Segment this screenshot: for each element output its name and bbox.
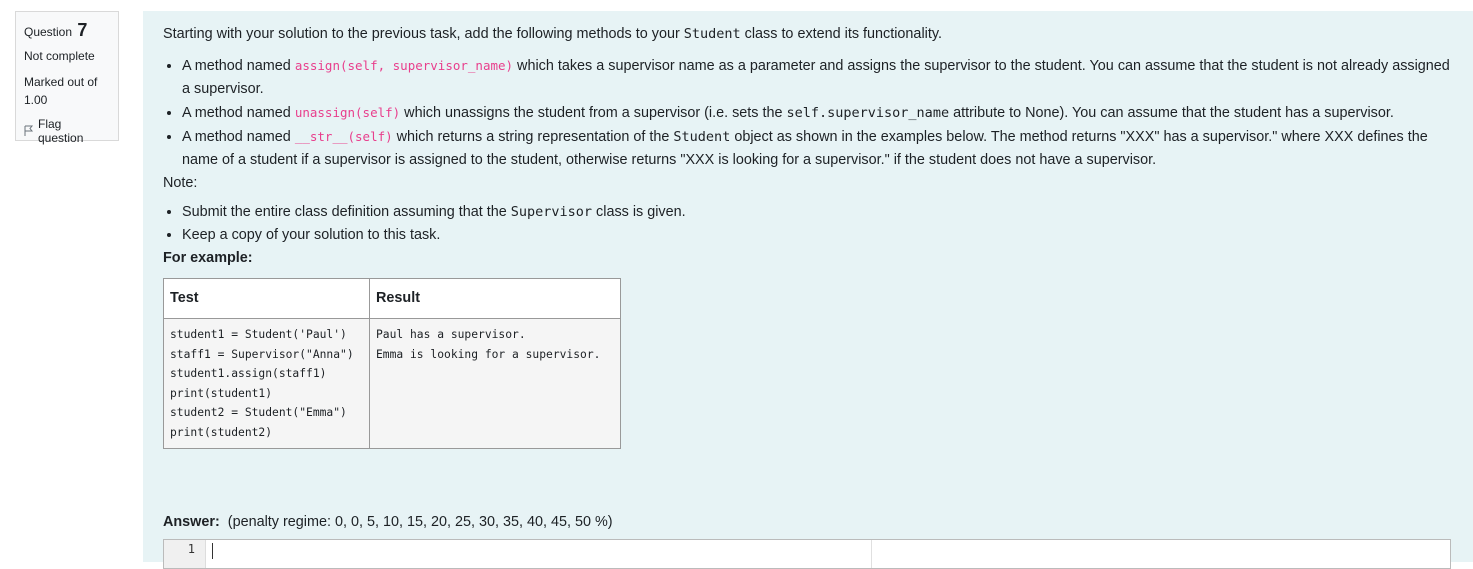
test-cell: student1 = Student('Paul') staff1 = Supe… bbox=[163, 318, 370, 449]
answer-code-editor[interactable]: 1 bbox=[163, 539, 1451, 569]
method-str-item: A method named __str__(self) which retur… bbox=[182, 125, 1453, 172]
question-content: Starting with your solution to the previ… bbox=[143, 11, 1473, 569]
question-number: Question 7 bbox=[24, 20, 88, 40]
question-intro: Starting with your solution to the previ… bbox=[163, 26, 942, 42]
line-number-gutter: 1 bbox=[164, 540, 206, 568]
example-table: Test Result student1 = Student('Paul') s… bbox=[163, 278, 621, 449]
column-header-result: Result bbox=[369, 278, 621, 319]
question-info-panel: Question 7 Not complete Marked out of 1.… bbox=[15, 11, 119, 145]
flag-question-link[interactable]: Flag question bbox=[24, 117, 110, 145]
table-row: student1 = Student('Paul') staff1 = Supe… bbox=[163, 318, 621, 449]
method-assign-item: A method named assign(self, supervisor_n… bbox=[182, 54, 1453, 101]
note-item: Keep a copy of your solution to this tas… bbox=[182, 224, 1453, 247]
result-cell: Paul has a supervisor. Emma is looking f… bbox=[369, 318, 621, 449]
question-grade: Marked out of 1.00 bbox=[24, 75, 98, 107]
text-cursor bbox=[212, 543, 213, 559]
answer-label: Answer: (penalty regime: 0, 0, 5, 10, 15… bbox=[163, 514, 613, 530]
method-unassign-item: A method named unassign(self) which unas… bbox=[182, 101, 1453, 125]
penalty-regime: (penalty regime: 0, 0, 5, 10, 15, 20, 25… bbox=[227, 514, 613, 530]
column-header-test: Test bbox=[163, 278, 370, 319]
print-margin bbox=[871, 540, 872, 568]
for-example-heading: For example: bbox=[163, 250, 253, 266]
note-list: Submit the entire class definition assum… bbox=[163, 201, 1453, 247]
flag-icon bbox=[24, 125, 34, 136]
note-title: Note: bbox=[163, 175, 198, 191]
methods-list: A method named assign(self, supervisor_n… bbox=[163, 54, 1453, 172]
note-item: Submit the entire class definition assum… bbox=[182, 201, 1453, 224]
question-state: Not complete bbox=[24, 49, 95, 63]
